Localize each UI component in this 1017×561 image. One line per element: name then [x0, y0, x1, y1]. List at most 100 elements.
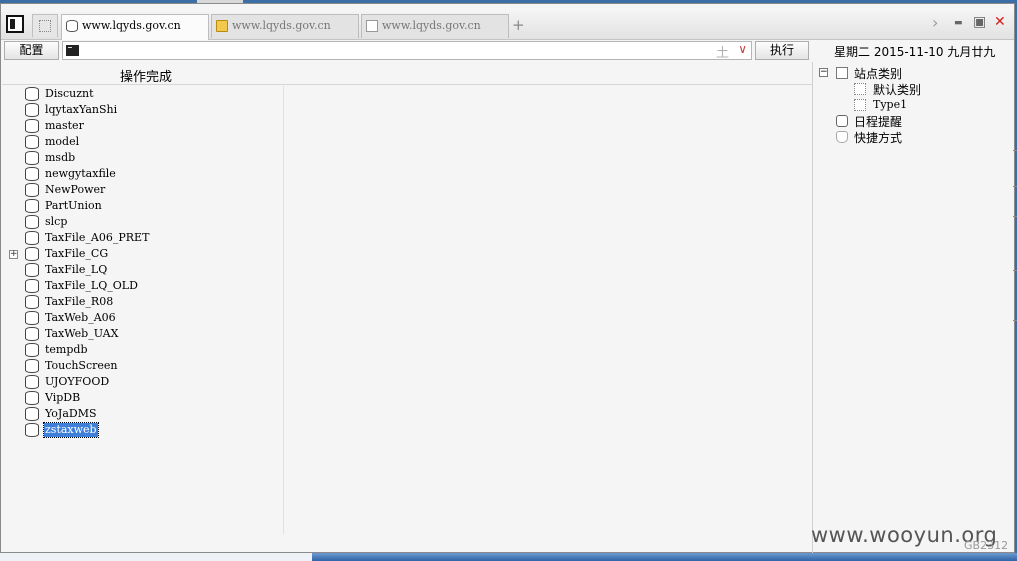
tree-node-label: 站点类别 [854, 67, 903, 81]
expand-icon[interactable]: + [9, 250, 18, 259]
collapse-icon[interactable]: − [819, 68, 828, 77]
tab-bar: www.lqyds.gov.cn www.lqyds.gov.cn www.lq… [1, 12, 1014, 40]
database-icon [25, 135, 39, 149]
database-list-item[interactable]: TouchScreen [3, 358, 283, 374]
tab-title: www.lqyds.gov.cn [382, 19, 481, 32]
database-name: TaxWeb_A06 [45, 311, 116, 324]
database-icon [25, 183, 39, 197]
hand-pointer-icon [836, 131, 848, 143]
config-button[interactable]: 配置 [4, 41, 59, 60]
database-icon [25, 199, 39, 213]
database-list-item[interactable]: TaxFile_LQ [3, 262, 283, 278]
database-list-item[interactable]: msdb [3, 150, 283, 166]
taskbar [0, 553, 1017, 561]
database-icon [25, 263, 39, 277]
database-name: TaxFile_LQ_OLD [45, 279, 138, 292]
database-list-item[interactable]: NewPower [3, 182, 283, 198]
database-icon [25, 423, 39, 437]
category-item-icon [854, 99, 866, 111]
tree-node-default-category[interactable]: 默认类别 [817, 81, 1012, 97]
database-icon [25, 295, 39, 309]
sidebar-toggle-icon[interactable] [6, 15, 24, 33]
database-list-item[interactable]: PartUnion [3, 198, 283, 214]
tree-node-label: 日程提醒 [854, 115, 903, 129]
command-input[interactable]: 土 ∨ [62, 41, 752, 61]
database-list-item[interactable]: + TaxFile_CG [3, 246, 283, 262]
pane-divider[interactable] [283, 86, 284, 534]
sidebar-divider[interactable] [812, 62, 813, 553]
database-list-item[interactable]: Discuznt [3, 86, 283, 102]
database-name: Discuznt [45, 87, 94, 100]
database-name: slcp [45, 215, 68, 228]
database-name: TaxFile_CG [45, 247, 109, 260]
tab-site-2[interactable]: www.lqyds.gov.cn [211, 14, 359, 38]
folder-icon [216, 20, 228, 32]
database-name: YoJaDMS [45, 407, 97, 420]
database-list-item[interactable]: TaxFile_A06_PRET [3, 230, 283, 246]
database-icon [25, 103, 39, 117]
chevron-down-icon[interactable]: ∨ [738, 42, 747, 56]
tree-node-site-categories[interactable]: − 站点类别 [817, 65, 1012, 81]
database-icon [25, 407, 39, 421]
database-list-item[interactable]: YoJaDMS [3, 406, 283, 422]
date-display: 星期二 2015-11-10 九月廿九 [834, 45, 996, 59]
database-list-item[interactable]: TaxFile_R08 [3, 294, 283, 310]
category-item-icon [854, 83, 866, 95]
database-icon [25, 359, 39, 373]
database-icon [25, 391, 39, 405]
database-icon [25, 279, 39, 293]
database-name: UJOYFOOD [45, 375, 110, 388]
execute-button[interactable]: 执行 [755, 41, 809, 60]
tree-node-schedule[interactable]: 日程提醒 [817, 113, 1012, 129]
database-icon [25, 247, 39, 261]
database-icon [25, 343, 39, 357]
tree-node-type1[interactable]: Type1 [817, 97, 1012, 113]
database-name: TaxFile_A06_PRET [45, 231, 150, 244]
database-list-item[interactable]: TaxWeb_UAX [3, 326, 283, 342]
tree-node-label: 快捷方式 [854, 131, 903, 145]
minimize-button[interactable]: ▬ [954, 18, 963, 28]
database-icon [25, 375, 39, 389]
database-icon [25, 327, 39, 341]
database-list-item[interactable]: TaxWeb_A06 [3, 310, 283, 326]
database-list-item[interactable]: zstaxweb [3, 422, 283, 438]
chevron-right-icon[interactable]: › [932, 13, 938, 32]
home-tab[interactable] [32, 14, 58, 37]
command-toolbar: 配置 土 ∨ 执行 星期二 2015-11-10 九月廿九 [1, 40, 1014, 62]
database-icon [25, 151, 39, 165]
taskbar-window-button[interactable] [0, 553, 312, 561]
database-name: TaxWeb_UAX [45, 327, 119, 340]
database-list: Discuznt lqytaxYanShi master model msdb newgy… [3, 86, 283, 438]
tree-node-label: 默认类别 [873, 83, 922, 97]
database-icon [25, 231, 39, 245]
close-button[interactable]: ✕ [994, 14, 1006, 30]
category-icon [836, 67, 848, 79]
database-icon [25, 167, 39, 181]
terminal-icon [66, 45, 79, 56]
database-icon [66, 20, 78, 32]
database-name: tempdb [45, 343, 88, 356]
new-tab-button[interactable]: + [512, 16, 525, 34]
tab-site-3[interactable]: www.lqyds.gov.cn [361, 14, 509, 38]
database-list-item[interactable]: VipDB [3, 390, 283, 406]
clock-icon [836, 115, 848, 127]
database-name: TaxFile_LQ [45, 263, 108, 276]
maximize-button[interactable]: ▣ [973, 14, 986, 30]
database-list-item[interactable]: lqytaxYanShi [3, 102, 283, 118]
add-icon[interactable]: 土 [716, 42, 729, 61]
database-name: TouchScreen [45, 359, 118, 372]
encoding-label: GB2312 [964, 539, 1009, 552]
database-icon [25, 311, 39, 325]
database-list-item[interactable]: newgytaxfile [3, 166, 283, 182]
database-list-item[interactable]: tempdb [3, 342, 283, 358]
database-list-item[interactable]: model [3, 134, 283, 150]
database-list-item[interactable]: TaxFile_LQ_OLD [3, 278, 283, 294]
tab-site-1[interactable]: www.lqyds.gov.cn [61, 14, 209, 40]
tree-node-label: Type1 [873, 98, 908, 111]
tree-node-shortcuts[interactable]: 快捷方式 [817, 129, 1012, 145]
database-list-item[interactable]: master [3, 118, 283, 134]
desktop-edge [1013, 150, 1017, 330]
database-list-item[interactable]: UJOYFOOD [3, 374, 283, 390]
database-name: VipDB [45, 391, 81, 404]
database-list-item[interactable]: slcp [3, 214, 283, 230]
